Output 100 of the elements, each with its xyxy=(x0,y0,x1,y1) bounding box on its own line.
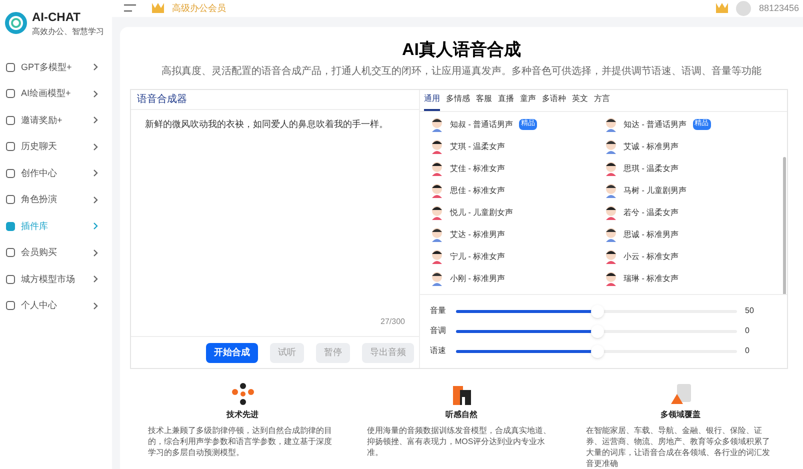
menu-item-icon xyxy=(6,248,15,258)
voice-option[interactable]: 知叔 - 普通话男声 xyxy=(450,118,514,130)
feature-description: 使用海量的音频数据训练发音模型，合成真实地道、抑扬顿挫、富有表现力，MOS评分达到业内专业水准。 xyxy=(367,425,552,458)
feature-description: 在智能家居、车载、导航、金融、银行、保险、证券、运营商、物流、房地产、教育等众多领域积累了大量的词库，让语音合成在各领域、各行业的词汇发音更准确 xyxy=(586,425,771,469)
crown-icon xyxy=(152,3,164,14)
menu-item-icon xyxy=(6,142,15,152)
feature-title: 技术先进 xyxy=(226,409,258,421)
avatar-icon xyxy=(604,139,618,154)
menu-item-icon xyxy=(6,222,15,231)
menu-item-icon xyxy=(6,116,15,125)
chevron-icon xyxy=(93,275,98,284)
panel-title: 语音合成器 xyxy=(137,92,187,107)
slider-value: 50 xyxy=(744,305,755,317)
sidebar-item[interactable]: 会员购买 xyxy=(0,240,112,266)
sidebar-item[interactable]: 城方模型市场 xyxy=(0,266,112,292)
voice-option[interactable]: 艾琪 - 温柔女声 xyxy=(450,140,506,152)
avatar-icon xyxy=(430,117,444,132)
input-text: 新鲜的微风吹动我的衣袂，如同爱人的鼻息吹着我的手一样。 xyxy=(145,118,389,131)
chevron-icon xyxy=(93,222,98,230)
building-icon xyxy=(452,383,472,405)
brand-tagline: 高效办公、智慧学习 xyxy=(32,26,104,38)
chevron-icon xyxy=(93,248,98,257)
voice-option[interactable]: 思诚 - 标准男声 xyxy=(624,228,679,240)
chevron-icon xyxy=(93,169,98,178)
avatar-icon xyxy=(430,183,444,198)
slider-thumb[interactable] xyxy=(590,324,604,338)
page-title: AI真人语音合成 xyxy=(402,38,521,60)
chevron-icon xyxy=(93,302,98,310)
feature-title: 听感自然 xyxy=(446,409,478,421)
voice-option[interactable]: 瑞琳 - 标准女声 xyxy=(624,272,679,284)
scrollbar[interactable] xyxy=(783,157,786,294)
feature-description: 技术上兼顾了多级韵律停顿，达到自然合成韵律的目的，综合利用声学参数和语言学参数，建立基于深度学习的多层自动预测模型。 xyxy=(148,425,333,458)
username[interactable]: 88123456 xyxy=(758,2,799,15)
sidebar-item[interactable]: 邀请奖励+ xyxy=(0,107,112,134)
text-input[interactable]: 新鲜的微风吹动我的衣袂，如同爱人的鼻息吹着我的手一样。 27/300 xyxy=(131,110,419,336)
slider-track[interactable] xyxy=(456,330,737,332)
slider-label: 音量 xyxy=(430,305,447,317)
avatar-icon xyxy=(430,271,444,286)
voice-option[interactable]: 艾佳 - 标准女声 xyxy=(450,162,506,174)
slider-label: 语速 xyxy=(430,345,447,357)
sidebar-item[interactable]: AI绘画模型+ xyxy=(0,80,112,107)
avatar-icon xyxy=(604,205,618,220)
voice-option[interactable]: 悦儿 - 儿童剧女声 xyxy=(450,206,514,218)
brand-name: AI-CHAT xyxy=(32,9,82,26)
voice-tab[interactable]: 多情感 xyxy=(446,93,470,111)
menu-item-icon xyxy=(6,62,15,72)
voice-option[interactable]: 思佳 - 标准女声 xyxy=(450,184,506,196)
avatar-icon xyxy=(604,117,618,132)
voice-option[interactable]: 艾诚 - 标准男声 xyxy=(624,140,679,152)
menu-item-icon xyxy=(6,274,15,284)
voice-tab[interactable]: 多语种 xyxy=(542,93,566,111)
membership-label: 高级办公会员 xyxy=(172,2,226,14)
voice-tab[interactable]: 客服 xyxy=(476,93,492,111)
slider-value: 0 xyxy=(744,325,750,337)
action-button[interactable]: 开始合成 xyxy=(206,342,258,362)
feature-title: 多领域覆盖 xyxy=(660,409,700,421)
slider-track[interactable] xyxy=(456,310,737,312)
avatar-icon xyxy=(604,161,618,176)
sidebar-item[interactable]: 个人中心 xyxy=(0,292,112,319)
voice-option[interactable]: 小刚 - 标准男声 xyxy=(450,272,506,284)
avatar-icon xyxy=(430,161,444,176)
voice-tab[interactable]: 英文 xyxy=(572,93,588,111)
voice-option[interactable]: 知达 - 普通话男声 xyxy=(624,118,687,130)
voice-option[interactable]: 小云 - 标准女声 xyxy=(624,250,679,262)
voice-tab[interactable]: 直播 xyxy=(498,93,514,111)
crown-icon xyxy=(716,3,728,14)
avatar[interactable] xyxy=(736,0,751,16)
chevron-icon xyxy=(93,116,98,124)
avatar-icon xyxy=(604,183,618,198)
logo-icon xyxy=(4,11,28,35)
avatar-icon xyxy=(604,249,618,264)
menu-item-icon xyxy=(6,301,15,310)
voice-option[interactable]: 马树 - 儿童剧男声 xyxy=(624,184,687,196)
sidebar-item[interactable]: 历史聊天 xyxy=(0,134,112,160)
voice-tab[interactable]: 通用 xyxy=(424,93,440,111)
voice-tab[interactable]: 方言 xyxy=(594,93,610,111)
voice-tab[interactable]: 童声 xyxy=(520,93,536,111)
chevron-icon xyxy=(93,63,98,72)
chevron-icon xyxy=(93,196,98,204)
slider-thumb[interactable] xyxy=(590,344,604,358)
menu-icon[interactable] xyxy=(124,4,136,12)
sidebar-item[interactable]: 创作中心 xyxy=(0,160,112,186)
slider-track[interactable] xyxy=(456,350,737,352)
slider-thumb[interactable] xyxy=(590,304,604,318)
page-subtitle: 高拟真度、灵活配置的语音合成产品，打通人机交互的闭环，让应用逼真发声。多种音色可供选择，并提供调节语速、语调、音量等功能 xyxy=(162,64,762,79)
chevron-icon xyxy=(93,90,98,98)
avatar-icon xyxy=(430,227,444,242)
sidebar-item[interactable]: 角色扮演 xyxy=(0,186,112,213)
menu-item-icon xyxy=(6,89,15,98)
avatar-icon xyxy=(430,139,444,154)
sidebar-item[interactable]: GPT多模型+ xyxy=(0,54,112,80)
slider-value: 0 xyxy=(744,345,750,357)
avatar-icon xyxy=(430,249,444,264)
menu-item-icon xyxy=(6,195,15,204)
voice-option[interactable]: 宁儿 - 标准女声 xyxy=(450,250,506,262)
voice-option[interactable]: 思琪 - 温柔女声 xyxy=(624,162,679,174)
nodes-icon xyxy=(230,383,254,405)
cards-icon xyxy=(668,383,692,405)
voice-option[interactable]: 若兮 - 温柔女声 xyxy=(624,206,679,218)
voice-option[interactable]: 艾达 - 标准男声 xyxy=(450,228,506,240)
